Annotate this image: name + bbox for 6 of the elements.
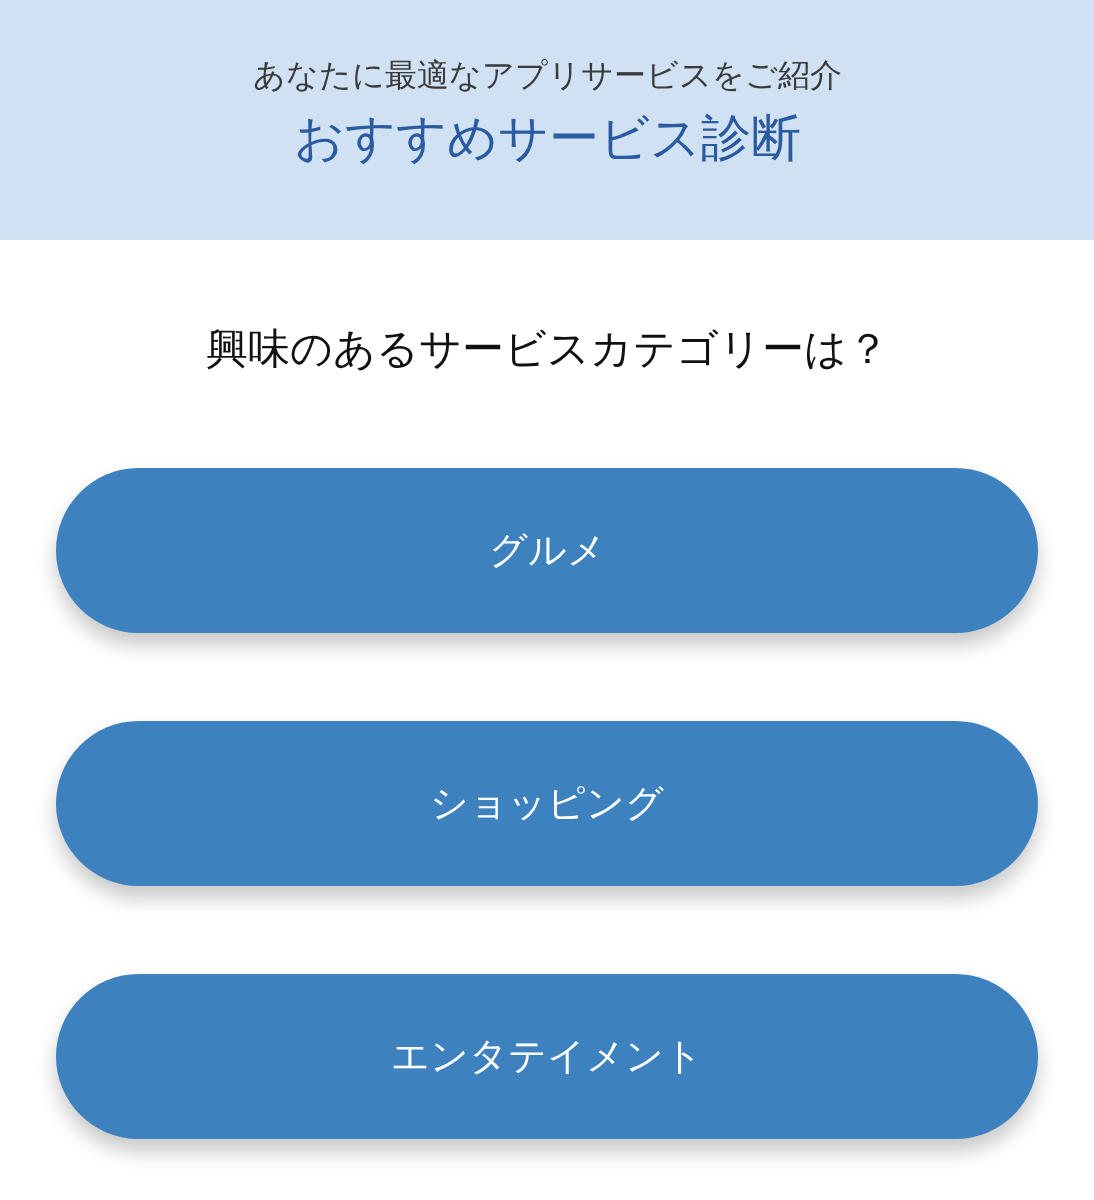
page-title: おすすめサービス診断	[293, 108, 801, 169]
question-text: 興味のあるサービスカテゴリーは？	[204, 324, 890, 375]
option-button[interactable]: エンタテイメント	[56, 974, 1038, 1140]
header-subtitle: あなたに最適なアプリサービスをご紹介	[252, 56, 842, 95]
option-button[interactable]: グルメ	[56, 468, 1038, 634]
option-button[interactable]: ショッピング	[56, 721, 1038, 887]
